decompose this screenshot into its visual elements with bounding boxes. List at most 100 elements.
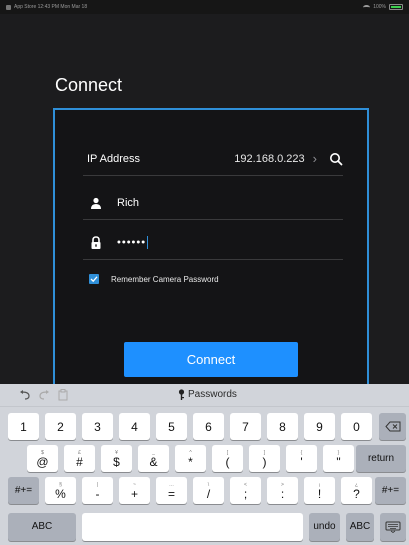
- key-symbol[interactable]: \ /: [193, 477, 224, 504]
- key-symbol[interactable]: ¿?: [341, 477, 372, 504]
- app-store-icon: [6, 4, 11, 10]
- key-char: /: [206, 486, 211, 501]
- password-row[interactable]: ••••••: [83, 226, 343, 260]
- key-char: =: [167, 486, 175, 501]
- key-9[interactable]: 9: [304, 413, 335, 440]
- key-symbol[interactable]: | -: [82, 477, 113, 504]
- user-icon: [89, 196, 103, 210]
- key-char: ;: [243, 486, 248, 501]
- key-symbol[interactable]: ]): [249, 445, 280, 472]
- wifi-icon: [363, 4, 371, 10]
- key-symbol[interactable]: ^ *: [175, 445, 206, 472]
- key-5[interactable]: 5: [156, 413, 187, 440]
- status-bar: App Store 12:43 PM Mon Mar 18 100%: [0, 0, 409, 14]
- key-char: ABC: [31, 521, 53, 532]
- symbols-key-left[interactable]: #+=: [8, 477, 39, 504]
- key-char: &: [149, 454, 158, 469]
- key-char: 0: [353, 419, 360, 434]
- key-4[interactable]: 4: [119, 413, 150, 440]
- keyboard-tools: [14, 387, 71, 403]
- key-symbol[interactable]: ¡!: [304, 477, 335, 504]
- chevron-right-icon[interactable]: ›: [313, 151, 317, 166]
- symbols-key-right[interactable]: #+=: [375, 477, 406, 504]
- key-char: ': [300, 454, 303, 469]
- key-symbol[interactable]: §%: [45, 477, 76, 504]
- key-char: #+=: [381, 484, 400, 496]
- key-char: ?: [353, 486, 360, 501]
- key-8[interactable]: 8: [267, 413, 298, 440]
- abc-key-right[interactable]: ABC: [346, 513, 374, 541]
- key-symbol[interactable]: _ &: [138, 445, 169, 472]
- key-icon: [178, 389, 185, 400]
- username-field[interactable]: Rich: [117, 197, 139, 209]
- key-char: ABC: [349, 521, 371, 532]
- key-char: return: [367, 452, 395, 464]
- key-char: undo: [313, 521, 336, 532]
- key-symbol[interactable]: } ": [323, 445, 354, 472]
- key-char: ": [336, 454, 341, 469]
- key-symbol[interactable]: £ #: [64, 445, 95, 472]
- key-symbol[interactable]: >:: [267, 477, 298, 504]
- space-key[interactable]: [82, 513, 303, 541]
- key-char: 5: [168, 419, 175, 434]
- key-char: ): [262, 454, 267, 469]
- key-char: 3: [94, 419, 101, 434]
- on-screen-keyboard: Passwords 1 2 3 4 5 6 7 8 9 0 $ @ £ # ¥ $ _ & ^ *[(]){'} " re…: [0, 384, 409, 545]
- key-char: 8: [279, 419, 286, 434]
- key-symbol[interactable]: <;: [230, 477, 261, 504]
- key-7[interactable]: 7: [230, 413, 261, 440]
- remember-password-option[interactable]: Remember Camera Password: [89, 274, 219, 284]
- battery-icon: [389, 4, 403, 10]
- text-caret: [147, 236, 149, 249]
- key-char: 1: [20, 419, 27, 434]
- battery-text: 100%: [373, 4, 386, 10]
- key-symbol[interactable]: $ @: [27, 445, 58, 472]
- key-char: 2: [57, 419, 64, 434]
- undo-icon[interactable]: [17, 387, 33, 403]
- key-char: 6: [205, 419, 212, 434]
- key-1[interactable]: 1: [8, 413, 39, 440]
- ip-address-row[interactable]: IP Address 192.168.0.223 ›: [83, 142, 343, 176]
- key-symbol[interactable]: … =: [156, 477, 187, 504]
- app-screen: App Store 12:43 PM Mon Mar 18 100% Conne…: [0, 0, 409, 545]
- remember-label: Remember Camera Password: [111, 274, 219, 284]
- remember-checkbox[interactable]: [89, 274, 99, 284]
- keyboard-icon: [385, 521, 401, 533]
- ip-address-value[interactable]: 192.168.0.223: [234, 153, 304, 165]
- paste-icon[interactable]: [55, 387, 71, 403]
- key-char: !: [317, 486, 322, 501]
- key-2[interactable]: 2: [45, 413, 76, 440]
- key-symbol[interactable]: ~ +: [119, 477, 150, 504]
- password-field[interactable]: ••••••: [117, 236, 149, 249]
- ip-address-label: IP Address: [87, 152, 140, 165]
- key-6[interactable]: 6: [193, 413, 224, 440]
- delete-key[interactable]: [379, 413, 406, 440]
- key-char: :: [280, 486, 285, 501]
- key-char: *: [188, 454, 193, 469]
- password-mask: ••••••: [117, 236, 147, 249]
- keyboard-dismiss-key[interactable]: [380, 513, 406, 541]
- search-icon[interactable]: [329, 152, 343, 166]
- redo-icon[interactable]: [36, 387, 52, 403]
- key-symbol[interactable]: {': [286, 445, 317, 472]
- key-char: (: [225, 454, 230, 469]
- username-row[interactable]: Rich: [83, 186, 343, 220]
- key-3[interactable]: 3: [82, 413, 113, 440]
- key-symbol[interactable]: ¥ $: [101, 445, 132, 472]
- passwords-label: Passwords: [188, 389, 237, 400]
- keyboard-toolbar: Passwords: [0, 384, 409, 407]
- key-char: 4: [131, 419, 138, 434]
- passwords-suggestion[interactable]: Passwords: [178, 389, 237, 400]
- return-key[interactable]: return: [356, 445, 406, 472]
- key-char: $: [113, 454, 120, 469]
- key-char: #: [76, 454, 83, 469]
- key-char: +: [130, 486, 138, 501]
- key-symbol[interactable]: [(: [212, 445, 243, 472]
- undo-key[interactable]: undo: [309, 513, 340, 541]
- key-char: 7: [242, 419, 249, 434]
- status-left: App Store 12:43 PM Mon Mar 18: [6, 4, 87, 10]
- abc-key-left[interactable]: ABC: [8, 513, 76, 541]
- key-0[interactable]: 0: [341, 413, 372, 440]
- page-title: Connect: [55, 75, 123, 95]
- connect-button[interactable]: Connect: [124, 342, 298, 377]
